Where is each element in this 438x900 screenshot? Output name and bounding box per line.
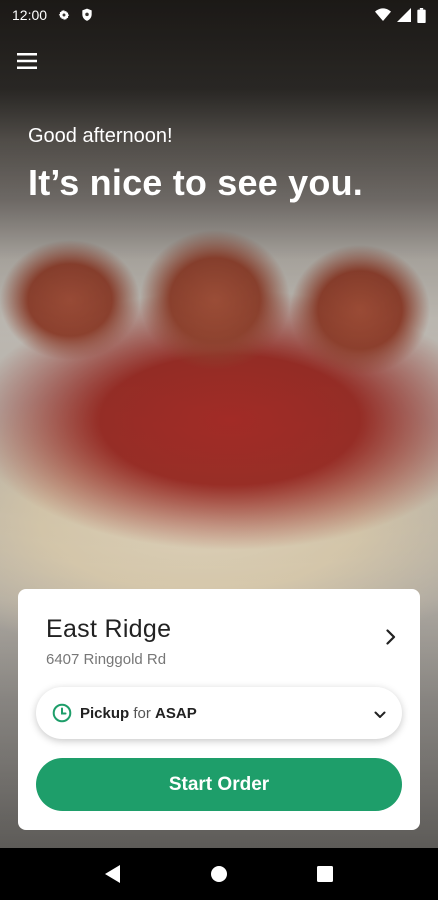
location-name: East Ridge xyxy=(46,615,172,643)
system-nav-bar xyxy=(0,848,438,900)
recents-icon xyxy=(317,866,333,882)
wifi-icon xyxy=(375,8,391,22)
status-right xyxy=(375,7,426,23)
greeting-text: Good afternoon! xyxy=(28,125,173,147)
status-time: 12:00 xyxy=(12,7,48,23)
settings-icon xyxy=(57,8,71,22)
menu-icon xyxy=(17,53,37,69)
app-screen: 12:00 Good afternoon! It’s nice to see y… xyxy=(0,0,438,900)
pickup-connector: for xyxy=(133,704,151,722)
nav-home-button[interactable] xyxy=(199,854,239,894)
location-address: 6407 Ringgold Rd xyxy=(46,651,167,668)
back-icon xyxy=(105,865,120,883)
tagline-text: It’s nice to see you. xyxy=(28,162,363,203)
location-card: East Ridge 6407 Ringgold Rd Pickup for A… xyxy=(18,589,420,830)
start-order-button[interactable]: Start Order xyxy=(36,758,402,811)
home-icon xyxy=(211,866,227,882)
nav-back-button[interactable] xyxy=(93,854,133,894)
pickup-mode: Pickup xyxy=(80,704,130,722)
nav-recents-button[interactable] xyxy=(305,854,345,894)
location-selector[interactable]: East Ridge 6407 Ringgold Rd xyxy=(18,589,420,679)
shield-icon xyxy=(81,8,93,22)
pickup-label: Pickup for ASAP xyxy=(80,705,197,722)
chevron-right-icon xyxy=(386,629,396,650)
clock-icon xyxy=(52,703,72,723)
status-left: 12:00 xyxy=(12,7,93,23)
chevron-down-icon xyxy=(374,706,386,724)
pickup-time: ASAP xyxy=(155,704,197,722)
battery-icon xyxy=(417,7,426,23)
menu-button[interactable] xyxy=(14,48,40,74)
signal-icon xyxy=(397,8,411,22)
status-bar: 12:00 xyxy=(0,0,438,30)
pickup-time-selector[interactable]: Pickup for ASAP xyxy=(36,687,402,739)
